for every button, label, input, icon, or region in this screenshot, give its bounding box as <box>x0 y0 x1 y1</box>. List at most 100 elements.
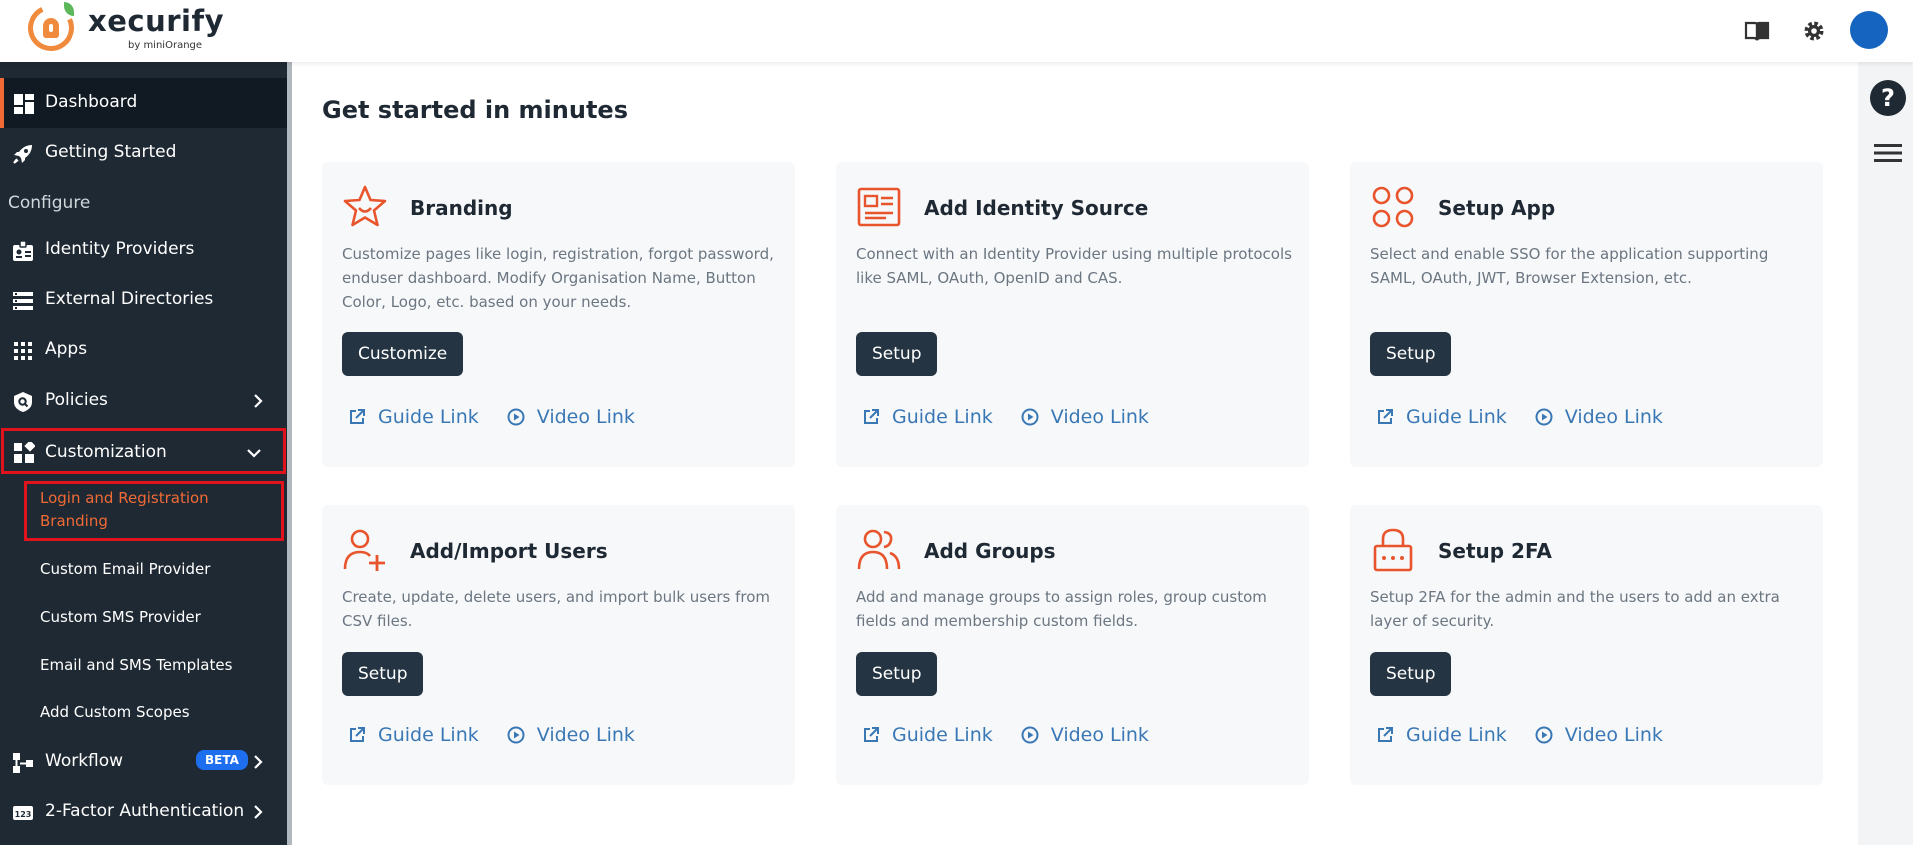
guide-link-label: Guide Link <box>378 406 479 428</box>
guide-link-label: Guide Link <box>378 724 479 746</box>
play-circle-icon <box>1535 726 1553 744</box>
logo-lock-icon <box>43 18 59 38</box>
sidebar-label-workflow: Workflow <box>45 751 124 771</box>
sidebar-item-policies[interactable]: Policies <box>0 376 287 426</box>
card-description: Add and manage groups to assign roles, g… <box>856 588 1267 630</box>
card-setup-2fa: Setup 2FA Setup 2FA for the admin and th… <box>1350 505 1823 785</box>
sidebar-label-dashboard: Dashboard <box>45 92 138 112</box>
sidebar-item-2fa[interactable]: 123 2-Factor Authentication <box>0 787 287 837</box>
play-circle-icon <box>1021 726 1039 744</box>
numeric-keypad-icon: 123 <box>13 806 33 820</box>
svg-text:123: 123 <box>15 810 32 819</box>
apps-icon <box>1372 186 1414 228</box>
guide-link-label: Guide Link <box>892 406 993 428</box>
main-content: Get started in minutes Branding Customiz… <box>292 62 1858 845</box>
sidebar-label-2fa: 2-Factor Authentication <box>45 801 245 821</box>
rocket-icon <box>13 145 32 164</box>
customize-button[interactable]: Customize <box>342 332 464 376</box>
card-links: Guide Link Video Link <box>1376 405 1691 429</box>
setup-button[interactable]: Setup <box>1370 332 1452 376</box>
sidebar-label-apps: Apps <box>45 339 88 359</box>
card-description: Connect with an Identity Provider using … <box>856 245 1292 287</box>
video-link[interactable]: Video Link <box>1021 406 1149 428</box>
sidebar-item-customization[interactable]: Customization <box>1 428 286 474</box>
external-link-icon <box>864 409 879 424</box>
setup-button[interactable]: Setup <box>856 332 938 376</box>
sidebar-subitem-sms-provider[interactable]: Custom SMS Provider <box>40 608 201 626</box>
video-link[interactable]: Video Link <box>1535 724 1663 746</box>
right-rail <box>1858 62 1913 845</box>
book-icon[interactable] <box>1740 14 1774 48</box>
card-links: Guide Link Video Link <box>862 405 1177 429</box>
apps-grid-icon <box>14 342 32 360</box>
gear-icon[interactable] <box>1797 14 1831 48</box>
hamburger-menu-icon[interactable] <box>1874 143 1902 163</box>
sidebar-label-customization: Customization <box>45 442 167 462</box>
beta-badge: BETA <box>196 750 248 770</box>
card-title: Branding <box>410 196 513 220</box>
card-description: Create, update, delete users, and import… <box>342 588 770 630</box>
sidebar-subitem-email-provider[interactable]: Custom Email Provider <box>40 560 210 578</box>
sidebar-subitem-login-branding[interactable]: Login and Registration Branding <box>40 487 270 533</box>
video-link[interactable]: Video Link <box>507 406 635 428</box>
setup-button[interactable]: Setup <box>856 652 938 696</box>
guide-link[interactable]: Guide Link <box>862 724 993 746</box>
sidebar-item-workflow[interactable]: Workflow BETA <box>0 737 287 787</box>
star-smile-icon <box>343 185 387 227</box>
external-link-icon <box>1378 409 1393 424</box>
play-circle-icon <box>507 408 525 426</box>
card-title: Add/Import Users <box>410 539 608 563</box>
card-title: Add Groups <box>924 539 1056 563</box>
widgets-icon <box>14 442 35 463</box>
external-link-icon <box>1378 727 1393 742</box>
card-links: Guide Link Video Link <box>1376 723 1691 747</box>
card-description: Customize pages like login, registration… <box>342 245 774 311</box>
guide-link[interactable]: Guide Link <box>862 406 993 428</box>
video-link-label: Video Link <box>1050 724 1149 746</box>
guide-link[interactable]: Guide Link <box>1376 406 1507 428</box>
lock-icon <box>1373 528 1413 572</box>
play-circle-icon <box>1021 408 1039 426</box>
guide-link[interactable]: Guide Link <box>1376 724 1507 746</box>
card-title: Add Identity Source <box>924 196 1149 220</box>
card-add-import-users: Add/Import Users Create, update, delete … <box>322 505 795 785</box>
card-title: Setup 2FA <box>1438 539 1552 563</box>
sidebar-item-apps[interactable]: Apps <box>0 325 287 375</box>
chevron-down-icon <box>247 449 261 458</box>
chevron-right-icon <box>254 805 263 819</box>
guide-link-label: Guide Link <box>1406 724 1507 746</box>
video-link-label: Video Link <box>1564 406 1663 428</box>
brand-name: xecurify <box>88 4 224 38</box>
video-link[interactable]: Video Link <box>1021 724 1149 746</box>
sidebar-item-external-directories[interactable]: External Directories <box>0 275 287 325</box>
external-link-icon <box>350 409 365 424</box>
chevron-right-icon <box>254 394 263 408</box>
card-links: Guide Link Video Link <box>348 405 663 429</box>
id-card-icon <box>857 187 901 227</box>
play-circle-icon <box>1535 408 1553 426</box>
sidebar-item-getting-started[interactable]: Getting Started <box>0 128 287 178</box>
section-label-configure: Configure <box>8 193 91 213</box>
card-branding: Branding Customize pages like login, reg… <box>322 162 795 467</box>
dashboard-icon <box>14 94 34 114</box>
video-link[interactable]: Video Link <box>507 724 635 746</box>
guide-link[interactable]: Guide Link <box>348 724 479 746</box>
avatar[interactable] <box>1850 11 1888 49</box>
sidebar-label-getting-started: Getting Started <box>45 142 177 162</box>
xecurify-logo[interactable]: xecurify by miniOrange <box>21 0 226 58</box>
video-link[interactable]: Video Link <box>1535 406 1663 428</box>
chevron-right-icon <box>254 755 263 769</box>
sidebar-label-policies: Policies <box>45 390 108 410</box>
help-button[interactable]: ? <box>1870 80 1906 116</box>
add-user-icon <box>343 529 385 571</box>
sidebar-subitem-templates[interactable]: Email and SMS Templates <box>40 656 232 674</box>
guide-link[interactable]: Guide Link <box>348 406 479 428</box>
brand-by: by miniOrange <box>128 40 203 51</box>
sidebar-item-identity-providers[interactable]: Identity Providers <box>0 225 287 275</box>
setup-button[interactable]: Setup <box>342 652 424 696</box>
sidebar-item-dashboard[interactable]: Dashboard <box>0 78 287 128</box>
card-description: Setup 2FA for the admin and the users to… <box>1370 588 1780 630</box>
sidebar-label-identity-providers: Identity Providers <box>45 239 195 259</box>
sidebar-subitem-scopes[interactable]: Add Custom Scopes <box>40 703 190 721</box>
setup-button[interactable]: Setup <box>1370 652 1452 696</box>
